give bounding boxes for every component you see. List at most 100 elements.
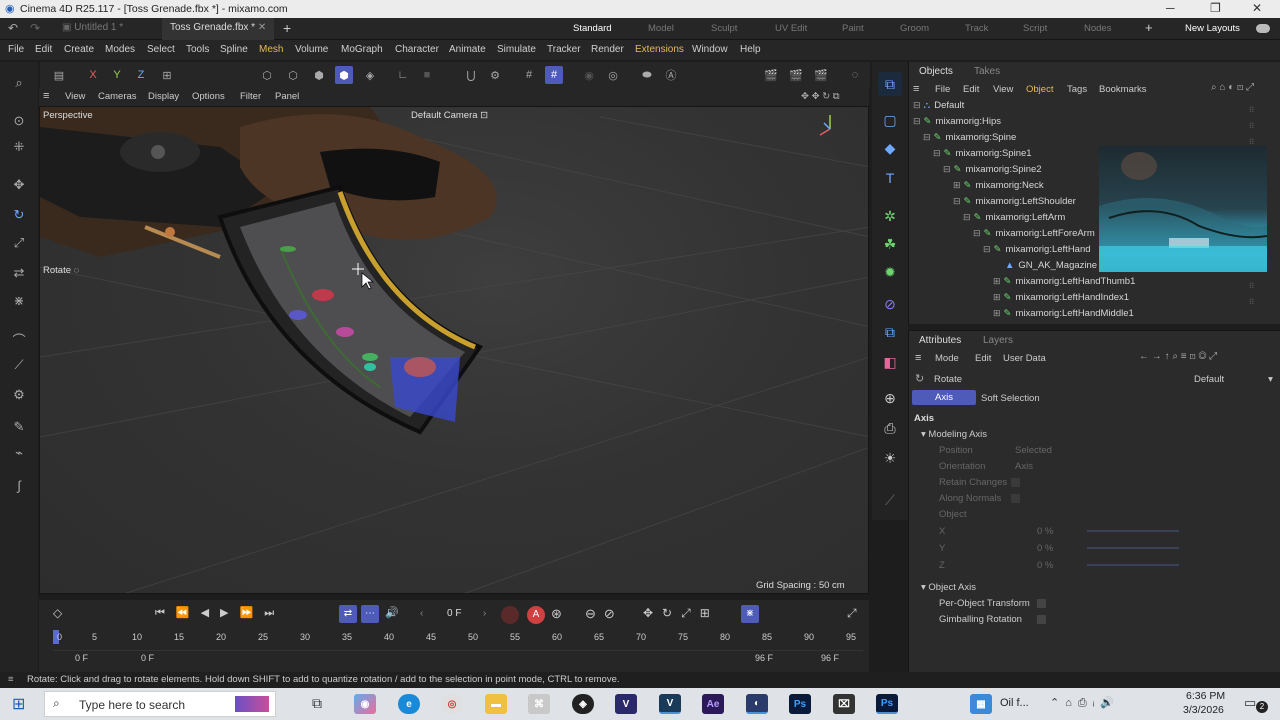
soft-selection-icon[interactable]: ◎ <box>604 66 622 84</box>
light-icon[interactable]: ☀ <box>878 446 902 470</box>
frame-next-icon[interactable]: › <box>483 608 486 619</box>
current-frame[interactable]: 0 F <box>447 608 461 619</box>
vp-menu-filter[interactable]: Filter <box>240 91 261 102</box>
vp-menu-panel[interactable]: Panel <box>275 91 299 102</box>
photoshop-icon[interactable]: Ps <box>789 694 811 714</box>
edges-mode-icon[interactable]: ⬡ <box>284 66 302 84</box>
weather-text[interactable]: Oil f... <box>1000 697 1029 709</box>
polygons-mode-icon[interactable]: ⬢ <box>310 66 328 84</box>
undo-icon[interactable]: ↶ <box>8 21 18 35</box>
start-frame-2[interactable]: 0 F <box>141 653 154 663</box>
notification-icon[interactable]: ▭ <box>1244 695 1256 711</box>
tab-attributes[interactable]: Attributes <box>919 335 961 346</box>
obj-menu-file[interactable]: File <box>935 84 950 95</box>
attributes-toolbar-icons[interactable]: ← → ↑ ⌕ ≡ ⊡ ◎ ⤢ <box>1139 351 1217 362</box>
objects-manager-icon[interactable]: ⧉ <box>878 72 902 96</box>
tree-item-middle1[interactable]: ⊞ ✎ mixamorig:LeftHandMiddle1 <box>909 308 1280 320</box>
texture-mode-icon[interactable]: ■ <box>418 66 436 84</box>
object-axis-header[interactable]: ▾ Object Axis <box>921 582 976 593</box>
end-frame-2[interactable]: 96 F <box>821 653 839 663</box>
layout-uv-edit[interactable]: UV Edit <box>775 23 807 34</box>
vegas-pro-icon[interactable]: V <box>659 694 681 714</box>
app-icon[interactable]: ⌘ <box>528 694 550 714</box>
keyframe-selection-icon[interactable]: ⊛ <box>551 606 562 622</box>
layout-script[interactable]: Script <box>1023 23 1047 34</box>
render-picture-viewer-icon[interactable]: 🎬 <box>787 66 805 84</box>
timeline-expand-icon[interactable]: ⤢ <box>847 606 857 621</box>
locked-workplane-icon[interactable]: ⬬ <box>638 66 656 84</box>
tab-doc-2[interactable]: Toss Grenade.fbx * ✕ <box>162 18 275 40</box>
scale-tool-icon[interactable]: ⤢ <box>8 232 30 254</box>
search-icon[interactable]: ⌕ <box>8 72 30 94</box>
expand-icon[interactable]: ⊟ <box>983 244 991 254</box>
layout-paint[interactable]: Paint <box>842 23 864 34</box>
live-selection-icon[interactable]: ⁜ <box>8 136 30 158</box>
attributes-hamburger-icon[interactable]: ≡ <box>915 352 921 364</box>
autokey-icon[interactable]: A <box>527 606 545 624</box>
z-value[interactable]: 0 % <box>1037 560 1053 571</box>
file-explorer-icon[interactable]: ▬ <box>485 694 507 714</box>
subtab-axis[interactable]: Axis <box>912 390 976 405</box>
expand-icon[interactable]: ⊟ <box>923 132 931 142</box>
menu-volume[interactable]: Volume <box>295 44 328 55</box>
model-mode-icon[interactable]: ⬢ <box>335 66 353 84</box>
obj-menu-edit[interactable]: Edit <box>963 84 979 95</box>
menu-help[interactable]: Help <box>740 44 761 55</box>
copilot-icon[interactable]: ◉ <box>354 694 376 714</box>
per-object-checkbox[interactable] <box>1037 599 1046 608</box>
preset-dropdown[interactable]: Default ▾ <box>1194 374 1273 385</box>
menu-mesh[interactable]: Mesh <box>259 44 283 55</box>
rotate-tool-icon[interactable]: ↻ <box>8 204 30 226</box>
expand-icon[interactable]: ⊟ <box>943 164 951 174</box>
knife-tool-icon[interactable]: ⟋ <box>8 354 30 376</box>
tab-doc-1[interactable]: ▣ Untitled 1 * <box>62 22 123 33</box>
vp-menu-view[interactable]: View <box>65 91 85 102</box>
edge-icon[interactable]: e <box>398 694 420 714</box>
menu-modes[interactable]: Modes <box>105 44 135 55</box>
selection-tool-icon[interactable]: ⊙ <box>8 110 30 132</box>
weather-icon[interactable]: ▦ <box>970 694 992 714</box>
layout-toggle[interactable] <box>1256 24 1270 33</box>
minimize-icon[interactable]: ─ <box>1166 1 1175 15</box>
objects-hamburger-icon[interactable]: ≡ <box>913 83 919 95</box>
start-frame[interactable]: 0 F <box>75 653 88 663</box>
paint-tool-icon[interactable]: ⌁ <box>8 442 30 464</box>
hamburger-icon[interactable]: ≡ <box>43 90 49 102</box>
redo-icon[interactable]: ↷ <box>30 21 40 35</box>
menu-window[interactable]: Window <box>692 44 728 55</box>
points-mode-icon[interactable]: ⬡ <box>258 66 276 84</box>
render-view-icon[interactable]: 🎬 <box>762 66 780 84</box>
key-channels-icons[interactable]: ⊖⊘ <box>585 606 623 622</box>
orientation-dropdown[interactable]: Axis <box>1015 461 1033 472</box>
record-icon[interactable] <box>501 606 519 624</box>
text-tool-icon[interactable]: T <box>878 166 902 190</box>
obj-menu-view[interactable]: View <box>993 84 1013 95</box>
expand-icon[interactable]: ⊟ <box>913 100 921 110</box>
loop-icon[interactable]: ⇄ <box>339 605 357 623</box>
spline-pen-icon[interactable]: ∫ <box>8 474 30 496</box>
davinci-icon[interactable]: ◈ <box>572 694 594 714</box>
field-icon[interactable]: ⧉ <box>878 320 902 344</box>
modeling-axis-header[interactable]: ▾ Modeling Axis <box>921 429 987 440</box>
menu-edit[interactable]: Edit <box>35 44 52 55</box>
mograph-icon[interactable]: ◧ <box>878 350 902 374</box>
snap-icon[interactable]: ⋃ <box>462 66 480 84</box>
snap-settings-icon[interactable]: ⚙ <box>486 66 504 84</box>
capcut-icon[interactable]: ⌧ <box>833 694 855 714</box>
retain-changes-checkbox[interactable] <box>1011 478 1020 487</box>
position-dropdown[interactable]: Selected <box>1015 445 1265 456</box>
tree-item-thumb1[interactable]: ⊞ ✎ mixamorig:LeftHandThumb1 <box>909 276 1280 292</box>
menu-select[interactable]: Select <box>147 44 175 55</box>
grid-icon[interactable]: # <box>520 66 538 84</box>
uv-mode-icon[interactable]: ◈ <box>361 66 379 84</box>
tab-objects[interactable]: Objects <box>919 66 953 77</box>
chrome-icon[interactable]: ◎ <box>441 694 463 714</box>
after-effects-icon[interactable]: Ae <box>702 694 724 714</box>
axis-x-button[interactable]: X <box>84 66 102 84</box>
generator-icon[interactable]: ✲ <box>878 204 902 228</box>
expand-icon[interactable]: ⊟ <box>933 148 941 158</box>
x-value[interactable]: 0 % <box>1037 526 1053 537</box>
key-type-icons[interactable]: ✥↻⤢⊞ <box>643 606 719 621</box>
deformer-icon[interactable]: ✹ <box>878 260 902 284</box>
expand-icon[interactable]: ⊟ <box>953 196 961 206</box>
